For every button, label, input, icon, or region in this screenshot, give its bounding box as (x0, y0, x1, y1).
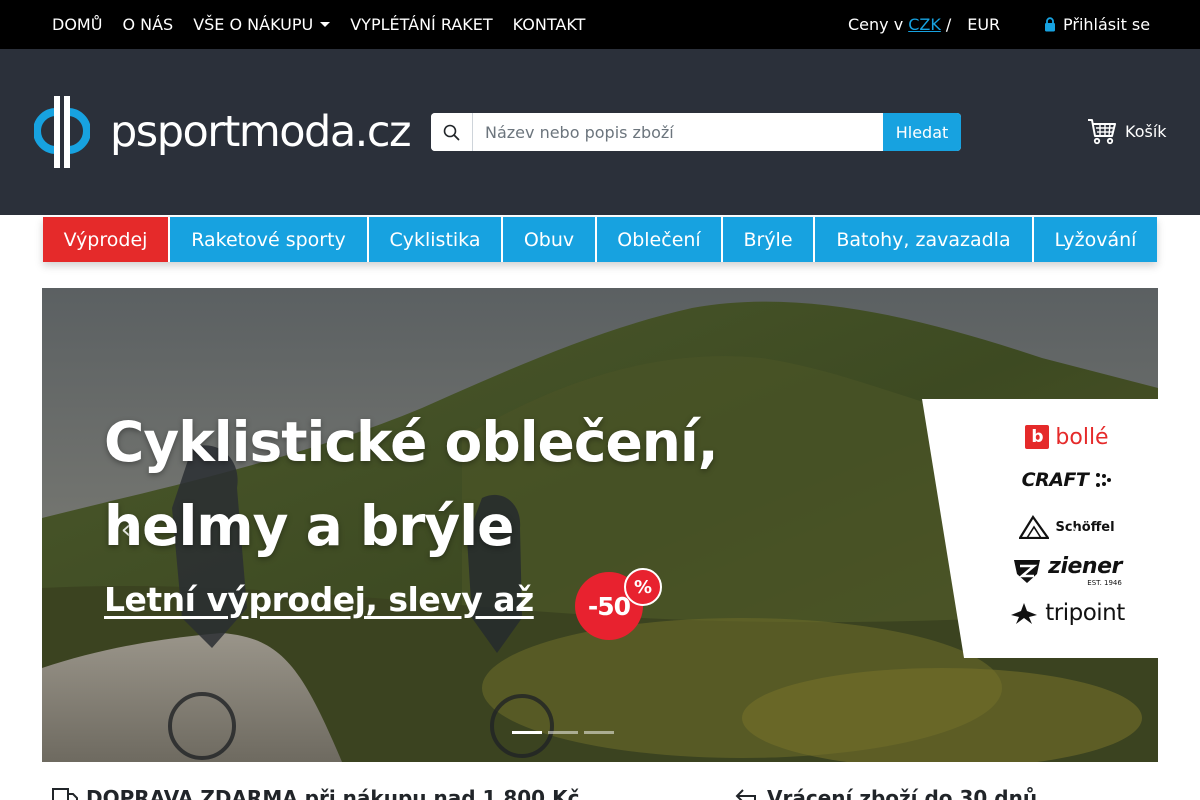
lock-icon (1045, 17, 1055, 32)
delivery-truck-icon (52, 788, 78, 800)
nav-shopping-info-label: VŠE O NÁKUPU (193, 15, 314, 34)
brand-craft-text: CRAFT (1021, 469, 1089, 491)
search-icon (443, 124, 460, 140)
cart-link[interactable]: Košík (1087, 117, 1167, 145)
logo-text: psportmoda.cz (110, 107, 412, 157)
search-input[interactable] (473, 113, 883, 151)
nav-shopping-info-dropdown[interactable]: VŠE O NÁKUPU (193, 15, 331, 34)
brand-bolle-text: bollé (1055, 424, 1109, 450)
feature-free-shipping: DOPRAVA ZDARMA při nákupu nad 1 800 Kč (52, 786, 579, 800)
brand-ziener-est: EST. 1946 (1087, 578, 1122, 587)
hero-title-line1: Cyklistické oblečení, (104, 410, 719, 474)
hero-carousel[interactable]: Cyklistické oblečení, helmy a brýle Letn… (42, 288, 1158, 762)
search-icon-box (431, 113, 473, 151)
hero-title: Cyklistické oblečení, helmy a brýle (104, 400, 719, 568)
brand-ziener: ziener EST. 1946 (998, 553, 1136, 589)
category-backpacks[interactable]: Batohy, zavazadla (815, 217, 1032, 262)
carousel-indicators (512, 731, 614, 734)
brand-craft: CRAFT (998, 464, 1136, 496)
carousel-indicator-1[interactable] (512, 731, 542, 734)
brand-tripoint: tripoint (998, 597, 1136, 629)
bolle-logo-icon: b (1025, 425, 1050, 449)
brand-panel: b bollé CRAFT Schöffel ziener EST. 1946 … (922, 399, 1158, 658)
carousel-prev-button[interactable]: ‹ (114, 510, 138, 550)
top-navigation: DOMŮ O NÁS VŠE O NÁKUPU VYPLÉTÁNÍ RAKET … (52, 0, 585, 49)
carousel-indicator-3[interactable] (584, 731, 614, 734)
category-skiing[interactable]: Lyžování (1034, 217, 1157, 262)
site-logo[interactable]: psportmoda.cz (34, 95, 412, 169)
search-button[interactable]: Hledat (883, 113, 961, 151)
carousel-indicator-2[interactable] (548, 731, 578, 734)
category-racket-sports[interactable]: Raketové sporty (170, 217, 367, 262)
category-cycling[interactable]: Cyklistika (369, 217, 501, 262)
discount-percent-badge: % (624, 568, 662, 606)
category-footwear[interactable]: Obuv (503, 217, 595, 262)
nav-racket-stringing[interactable]: VYPLÉTÁNÍ RAKET (350, 15, 492, 34)
nav-about[interactable]: O NÁS (122, 15, 173, 34)
hero-subtitle[interactable]: Letní výprodej, slevy až (104, 580, 534, 619)
site-header: psportmoda.cz Hledat Košík (0, 49, 1200, 215)
currency-eur-link[interactable]: EUR (967, 15, 1000, 34)
ziener-shield-icon (1014, 560, 1041, 583)
currency-czk-link[interactable]: CZK (908, 15, 941, 34)
schoffel-mountain-icon (1019, 515, 1050, 539)
currency-switcher: Ceny v CZK / EUR (848, 0, 1000, 49)
prices-label: Ceny v (848, 15, 904, 34)
hero-title-line2: helmy a brýle (104, 494, 514, 558)
cart-label: Košík (1125, 121, 1167, 141)
brand-tripoint-text: tripoint (1045, 600, 1125, 626)
chevron-left-icon: ‹ (120, 515, 132, 545)
top-bar: DOMŮ O NÁS VŠE O NÁKUPU VYPLÉTÁNÍ RAKET … (0, 0, 1200, 49)
search-bar: Hledat (431, 113, 961, 151)
caret-down-icon (320, 22, 331, 27)
category-clothing[interactable]: Oblečení (597, 217, 721, 262)
craft-dots-icon (1096, 473, 1112, 487)
brand-bolle: b bollé (998, 421, 1136, 453)
brand-ziener-wordmark: ziener EST. 1946 (1048, 553, 1122, 587)
login-link[interactable]: Přihlásit se (1044, 0, 1150, 49)
feature-free-shipping-text: DOPRAVA ZDARMA při nákupu nad 1 800 Kč (86, 786, 580, 800)
logo-mark-icon (34, 96, 90, 168)
shopping-cart-icon (1088, 119, 1116, 145)
brand-ziener-text: ziener (1048, 553, 1122, 579)
tripoint-logo-icon (1011, 603, 1038, 624)
carousel-next-button[interactable]: › (1062, 510, 1086, 550)
chevron-right-icon: › (1068, 515, 1080, 545)
category-glasses[interactable]: Brýle (723, 217, 813, 262)
nav-contact[interactable]: KONTAKT (513, 15, 586, 34)
nav-home[interactable]: DOMŮ (52, 15, 102, 34)
feature-returns-text: Vrácení zboží do 30 dnů (767, 786, 1038, 800)
currency-separator: / (945, 15, 952, 34)
category-navigation: Výprodej Raketové sporty Cyklistika Obuv… (43, 217, 1157, 262)
category-sale[interactable]: Výprodej (43, 217, 168, 262)
feature-returns: Vrácení zboží do 30 dnů (735, 786, 1037, 800)
login-label: Přihlásit se (1063, 15, 1151, 34)
return-arrow-icon (735, 789, 756, 800)
